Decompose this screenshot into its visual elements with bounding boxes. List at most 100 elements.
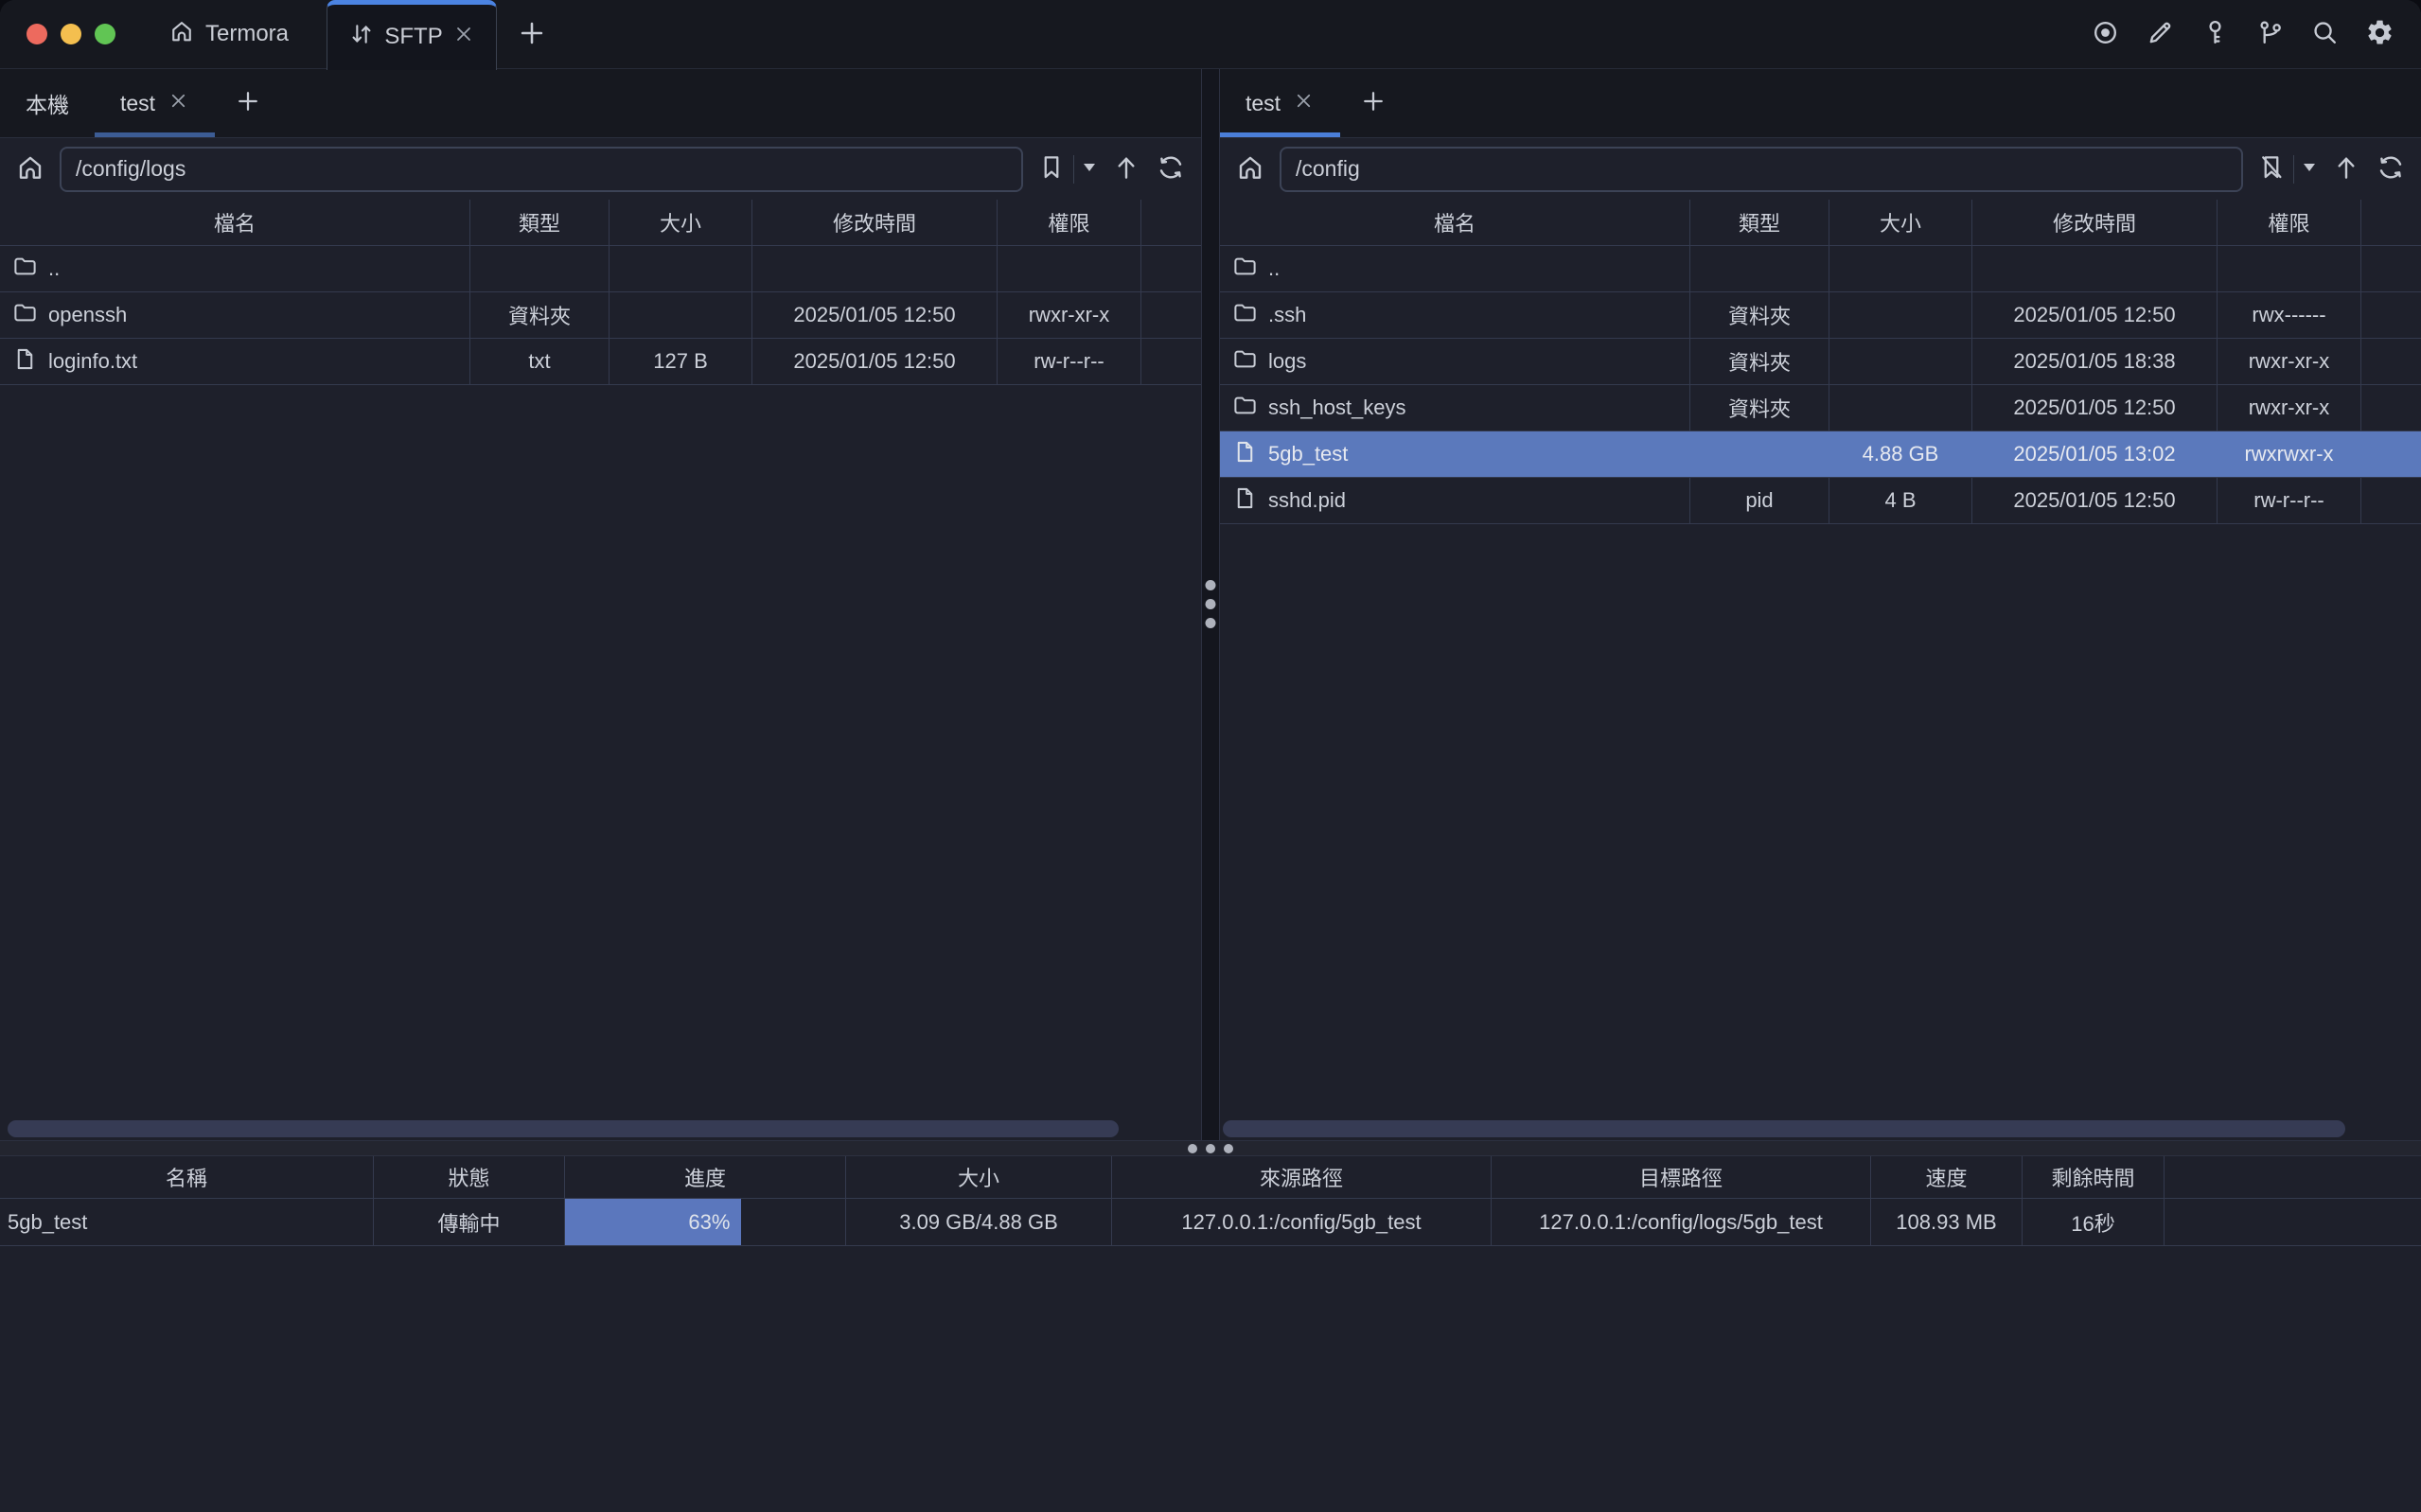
- close-icon[interactable]: [452, 23, 475, 52]
- plus-icon: [234, 87, 262, 120]
- right-horizontal-scrollbar[interactable]: [1223, 1120, 2345, 1137]
- file-modified: 2025/01/05 12:50: [1972, 292, 2218, 338]
- table-row[interactable]: loginfo.txt txt 127 B 2025/01/05 12:50 r…: [0, 339, 1201, 385]
- transfer-row[interactable]: 5gb_test 傳輸中 63% 3.09 GB/4.88 GB 127.0.0…: [0, 1199, 2421, 1246]
- column-header-name[interactable]: 檔名: [1220, 200, 1690, 245]
- column-header-remaining[interactable]: 剩餘時間: [2023, 1156, 2165, 1198]
- titlebar: Termora SFTP: [0, 0, 2421, 69]
- table-row[interactable]: .ssh 資料夾 2025/01/05 12:50 rwx------: [1220, 292, 2421, 339]
- file-name: loginfo.txt: [48, 349, 137, 374]
- column-header-modified[interactable]: 修改時間: [752, 200, 998, 245]
- column-header-progress[interactable]: 進度: [565, 1156, 846, 1198]
- column-header-size[interactable]: 大小: [1829, 200, 1972, 245]
- pane-splitter-vertical[interactable]: [1201, 69, 1220, 1140]
- file-size: [1829, 385, 1972, 431]
- table-row[interactable]: ..: [0, 246, 1201, 292]
- right-bookmark-dropdown[interactable]: [2302, 162, 2317, 176]
- table-row[interactable]: sshd.pid pid 4 B 2025/01/05 12:50 rw-r--…: [1220, 478, 2421, 524]
- file-owner: [1141, 339, 1201, 384]
- file-owner: [2361, 292, 2421, 338]
- splitter-grip-icon: [1206, 580, 1216, 628]
- column-header-name[interactable]: 檔名: [0, 200, 470, 245]
- app-tab-sftp[interactable]: SFTP: [327, 0, 497, 70]
- close-icon[interactable]: [1293, 90, 1315, 117]
- left-horizontal-scrollbar[interactable]: [8, 1120, 1119, 1137]
- left-path-input[interactable]: [60, 147, 1023, 192]
- column-header-source-path[interactable]: 來源路徑: [1112, 1156, 1492, 1198]
- plus-icon: [516, 17, 548, 52]
- close-icon[interactable]: [168, 90, 189, 117]
- left-home-button[interactable]: [15, 152, 45, 185]
- keys-button[interactable]: [2200, 18, 2230, 50]
- table-row[interactable]: ..: [1220, 246, 2421, 292]
- file-modified: 2025/01/05 12:50: [1972, 478, 2218, 523]
- home-icon: [168, 18, 195, 51]
- left-up-directory-button[interactable]: [1111, 152, 1141, 185]
- file-name: sshd.pid: [1268, 488, 1346, 513]
- new-app-tab-button[interactable]: [516, 17, 548, 52]
- right-refresh-button[interactable]: [2376, 152, 2406, 185]
- file-permissions: rwx------: [2218, 292, 2361, 338]
- traffic-light-minimize[interactable]: [61, 24, 81, 44]
- left-table-header: 檔名 類型 大小 修改時間 權限 所: [0, 200, 1201, 246]
- branch-button[interactable]: [2255, 18, 2285, 50]
- search-button[interactable]: [2310, 18, 2340, 50]
- left-refresh-button[interactable]: [1156, 152, 1186, 185]
- column-header-permissions[interactable]: 權限: [998, 200, 1141, 245]
- column-header-target-path[interactable]: 目標路徑: [1492, 1156, 1871, 1198]
- transfer-panel-splitter[interactable]: [0, 1140, 2421, 1156]
- right-bookmark-button[interactable]: [2257, 153, 2286, 185]
- right-new-tab-button[interactable]: [1340, 69, 1406, 137]
- column-header-permissions[interactable]: 權限: [2218, 200, 2361, 245]
- file-modified: 2025/01/05 12:50: [752, 292, 998, 338]
- right-file-table: 檔名 類型 大小 修改時間 權限 所 .. .ssh: [1220, 200, 2421, 524]
- file-owner: [1141, 292, 1201, 338]
- left-bookmark-button[interactable]: [1037, 153, 1066, 185]
- file-modified: [1972, 246, 2218, 291]
- file-type: 資料夾: [1690, 339, 1829, 384]
- column-header-filler: [2165, 1156, 2421, 1198]
- table-row[interactable]: ssh_host_keys 資料夾 2025/01/05 12:50 rwxr-…: [1220, 385, 2421, 431]
- left-tab-local[interactable]: 本機: [0, 69, 95, 137]
- file-name: ssh_host_keys: [1268, 396, 1406, 420]
- record-button[interactable]: [2091, 18, 2120, 50]
- key-icon: [2200, 18, 2230, 50]
- column-header-modified[interactable]: 修改時間: [1972, 200, 2218, 245]
- bookmark-icon: [1037, 153, 1066, 185]
- table-row[interactable]: logs 資料夾 2025/01/05 18:38 rwxr-xr-x: [1220, 339, 2421, 385]
- chevron-down-icon: [2302, 162, 2317, 176]
- column-header-type[interactable]: 類型: [470, 200, 610, 245]
- right-pane: test: [1220, 69, 2421, 1140]
- file-modified: [752, 246, 998, 291]
- right-tab-test[interactable]: test: [1220, 69, 1340, 137]
- column-header-size[interactable]: 大小: [610, 200, 752, 245]
- column-header-owner[interactable]: 所: [1141, 200, 1201, 245]
- right-path-input[interactable]: [1280, 147, 2243, 192]
- edit-button[interactable]: [2146, 18, 2175, 50]
- traffic-lights: [27, 24, 115, 44]
- left-address-bar: [0, 138, 1201, 200]
- file-owner: [1141, 246, 1201, 291]
- file-modified: 2025/01/05 12:50: [1972, 385, 2218, 431]
- table-row-selected[interactable]: 5gb_test 4.88 GB 2025/01/05 13:02 rwxrwx…: [1220, 431, 2421, 478]
- column-header-size[interactable]: 大小: [846, 1156, 1112, 1198]
- settings-button[interactable]: [2365, 18, 2394, 50]
- column-header-type[interactable]: 類型: [1690, 200, 1829, 245]
- file-type: [1690, 246, 1829, 291]
- right-up-directory-button[interactable]: [2331, 152, 2361, 185]
- right-home-button[interactable]: [1235, 152, 1265, 185]
- progress-bar: 63%: [565, 1199, 741, 1245]
- left-tab-test[interactable]: test: [95, 69, 215, 137]
- traffic-light-close[interactable]: [27, 24, 47, 44]
- file-type: 資料夾: [1690, 292, 1829, 338]
- table-row[interactable]: openssh 資料夾 2025/01/05 12:50 rwxr-xr-x: [0, 292, 1201, 339]
- traffic-light-zoom[interactable]: [95, 24, 115, 44]
- column-header-name[interactable]: 名稱: [0, 1156, 374, 1198]
- column-header-status[interactable]: 狀態: [374, 1156, 565, 1198]
- left-bookmark-dropdown[interactable]: [1082, 162, 1097, 176]
- app-tab-termora[interactable]: Termora: [168, 18, 289, 51]
- home-icon: [1235, 152, 1265, 185]
- left-new-tab-button[interactable]: [215, 69, 281, 137]
- column-header-owner[interactable]: 所: [2361, 200, 2421, 245]
- column-header-speed[interactable]: 速度: [1871, 1156, 2023, 1198]
